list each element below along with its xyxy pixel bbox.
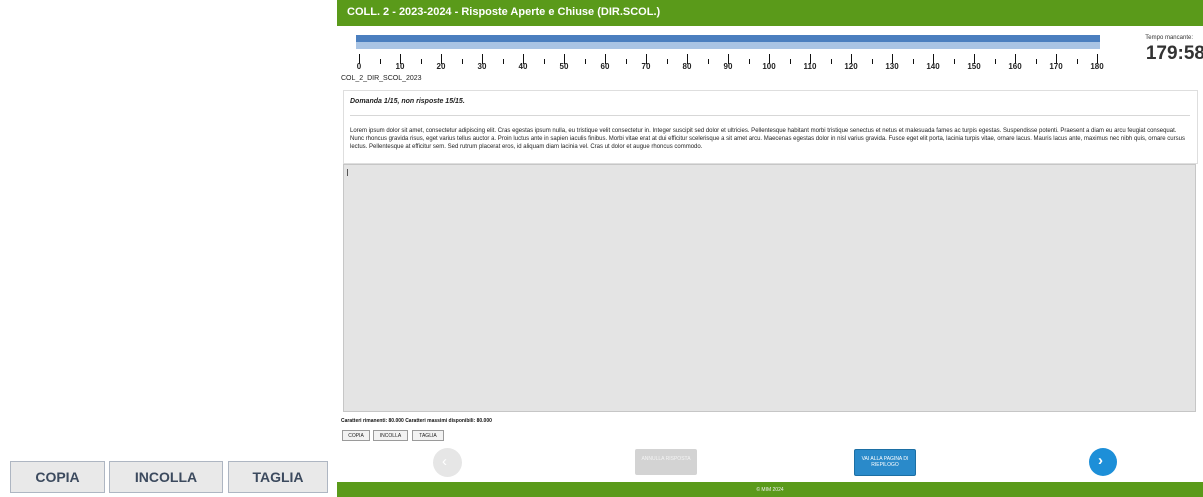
header-bar: COLL. 2 - 2023-2024 - Risposte Aperte e … (337, 0, 1203, 26)
time-progress-bar-bottom (356, 42, 1100, 49)
footer-bar: © MIM 2024 (337, 482, 1203, 497)
ruler-tick-label: 120 (844, 62, 858, 71)
cut-button-large[interactable]: TAGLIA (228, 461, 328, 493)
text-caret (347, 169, 348, 176)
ruler-minor-tick (748, 59, 750, 64)
ruler-minor-tick (584, 59, 586, 64)
ruler-tick-label: 20 (436, 62, 446, 71)
exam-code: COL_2_DIR_SCOL_2023 (341, 75, 422, 82)
time-progress-bar-top (356, 35, 1100, 42)
question-text: Lorem ipsum dolor sit amet, consectetur … (350, 128, 1185, 150)
ruler-tick-label: 40 (518, 62, 528, 71)
answer-textarea[interactable] (343, 164, 1196, 412)
timer-label: Tempo mancante: (1145, 35, 1193, 41)
ruler-minor-tick (543, 59, 545, 64)
ruler-tick-label: 160 (1008, 62, 1022, 71)
cancel-answer-button[interactable]: ANNULLA RISPOSTA (635, 449, 697, 475)
ruler-minor-tick (1035, 59, 1037, 64)
ruler-tick-label: 180 (1090, 62, 1104, 71)
ruler-tick-label: 50 (559, 62, 569, 71)
ruler-tick-label: 140 (926, 62, 940, 71)
ruler-minor-tick (994, 59, 996, 64)
ruler-tick-label: 60 (600, 62, 610, 71)
ruler-minor-tick (461, 59, 463, 64)
ruler-minor-tick (789, 59, 791, 64)
copy-button-large[interactable]: COPIA (10, 461, 105, 493)
ruler-tick-label: 170 (1049, 62, 1063, 71)
ruler-minor-tick (666, 59, 668, 64)
question-panel: Domanda 1/15, non risposte 15/15. Lorem … (343, 90, 1198, 164)
copy-button[interactable]: COPIA (342, 430, 370, 441)
ruler-minor-tick (912, 59, 914, 64)
ruler-minor-tick (502, 59, 504, 64)
go-to-summary-button[interactable]: VAI ALLA PAGINA DI RIEPILOGO (854, 449, 916, 476)
ruler-minor-tick (625, 59, 627, 64)
ruler-tick-label: 0 (356, 62, 362, 71)
ruler-minor-tick (953, 59, 955, 64)
ruler-tick-label: 110 (803, 62, 817, 71)
ruler-minor-tick (707, 59, 709, 64)
paste-button-large[interactable]: INCOLLA (109, 461, 223, 493)
character-counter: Caratteri rimanenti: 80.000 Caratteri ma… (341, 418, 492, 424)
ruler-tick-label: 130 (885, 62, 899, 71)
ruler-minor-tick (379, 59, 381, 64)
chevron-left-icon: ‹ (442, 453, 447, 470)
ruler-minor-tick (420, 59, 422, 64)
previous-question-button[interactable]: ‹ (433, 448, 462, 477)
exam-window: COLL. 2 - 2023-2024 - Risposte Aperte e … (337, 0, 1203, 497)
ruler-tick-label: 30 (477, 62, 487, 71)
paste-button[interactable]: INCOLLA (373, 430, 408, 441)
ruler-tick-label: 10 (395, 62, 405, 71)
chevron-right-icon: › (1098, 452, 1103, 469)
ruler-tick-label: 70 (641, 62, 651, 71)
ruler-tick-label: 100 (762, 62, 776, 71)
cut-button[interactable]: TAGLIA (412, 430, 444, 441)
ruler-minor-tick (1076, 59, 1078, 64)
time-ruler: 0 10 20 30 40 50 60 70 80 90 100 110 120 130 140 150 160… (356, 32, 1104, 72)
ruler-tick-label: 150 (967, 62, 981, 71)
page-title: COLL. 2 - 2023-2024 - Risposte Aperte e … (347, 6, 661, 18)
next-question-button[interactable]: › (1089, 448, 1117, 476)
ruler-minor-tick (830, 59, 832, 64)
timer-value: 179:58 (1145, 43, 1203, 64)
ruler-tick-label: 80 (682, 62, 692, 71)
ruler-tick-label: 90 (723, 62, 733, 71)
question-divider (350, 115, 1190, 116)
ruler-minor-tick (871, 59, 873, 64)
question-header: Domanda 1/15, non risposte 15/15. (350, 98, 465, 105)
footer-copyright: © MIM 2024 (756, 487, 784, 493)
